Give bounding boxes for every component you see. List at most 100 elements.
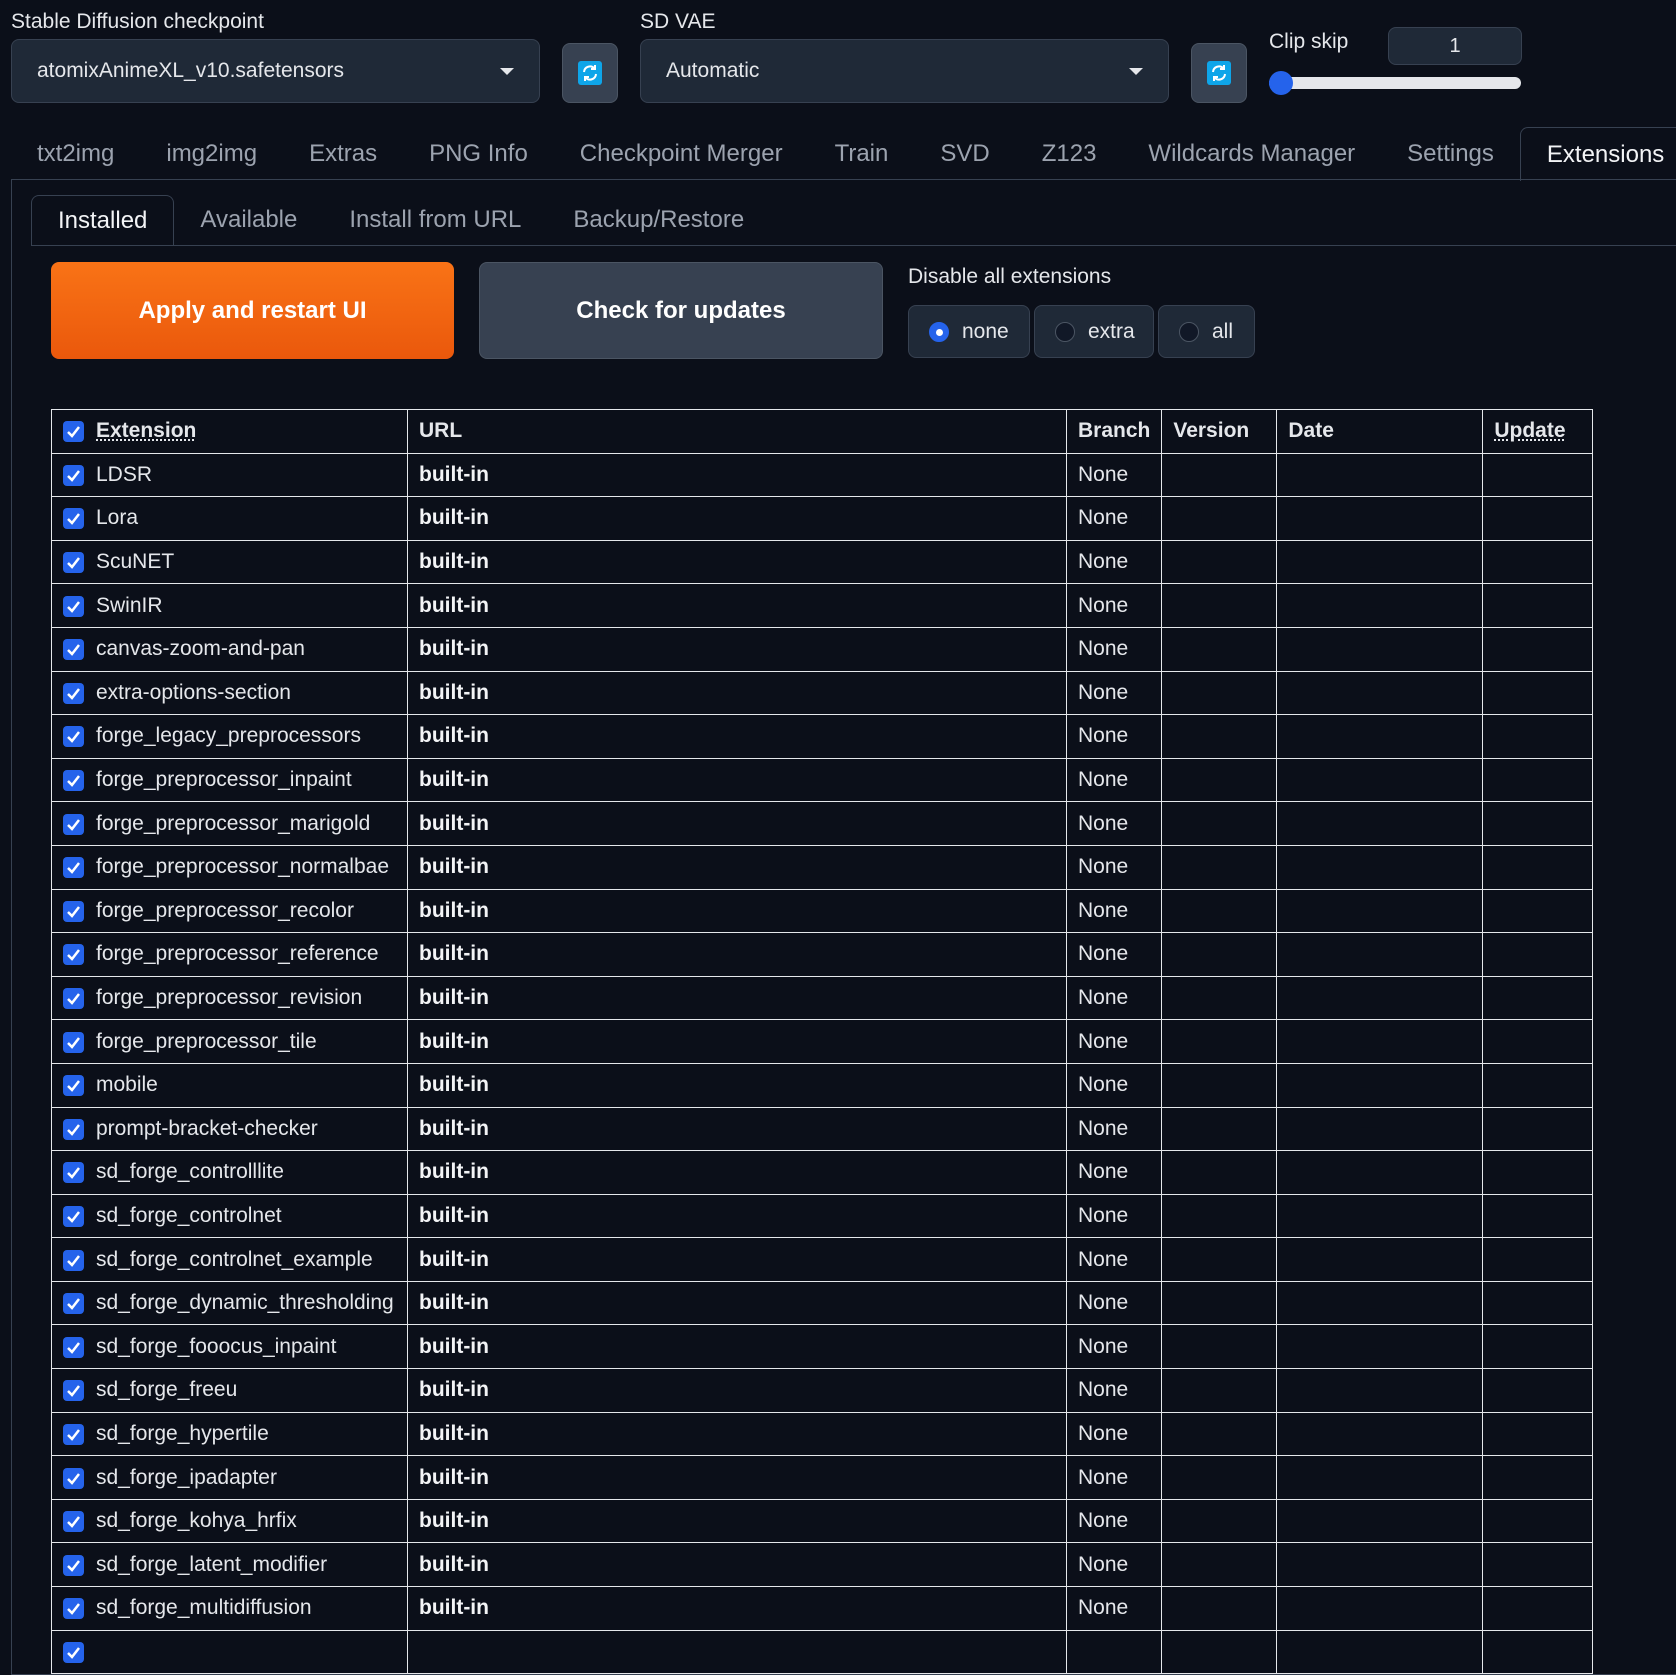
extension-enabled-checkbox[interactable] <box>63 770 84 791</box>
subtab-install-from-url[interactable]: Install from URL <box>323 195 547 245</box>
extension-update[interactable] <box>1482 539 1594 585</box>
extension-enabled-checkbox[interactable] <box>63 813 84 835</box>
extension-enabled-checkbox[interactable] <box>63 1293 84 1315</box>
tab-wildcards-manager[interactable]: Wildcards Manager <box>1122 127 1381 181</box>
extension-enabled-checkbox[interactable] <box>63 1423 84 1445</box>
tab-z123[interactable]: Z123 <box>1016 127 1123 181</box>
extension-update[interactable] <box>1482 1586 1594 1631</box>
extension-enabled-checkbox[interactable] <box>63 639 84 661</box>
checkbox-checked-icon <box>67 1036 80 1049</box>
extension-enabled-checkbox[interactable] <box>63 987 84 1009</box>
check-updates-button[interactable]: Check for updates <box>479 262 883 359</box>
extension-update[interactable] <box>1482 1280 1594 1326</box>
subtab-installed[interactable]: Installed <box>31 195 175 245</box>
extension-update[interactable] <box>1482 801 1594 846</box>
extension-update[interactable] <box>1482 452 1594 498</box>
extension-update[interactable] <box>1482 1498 1594 1544</box>
clip-skip-input[interactable]: 1 <box>1388 27 1522 65</box>
tab-img2img[interactable]: img2img <box>140 127 283 181</box>
extension-enabled-checkbox[interactable] <box>63 508 84 530</box>
extension-enabled-checkbox[interactable] <box>63 944 84 966</box>
header-update[interactable]: Update <box>1482 409 1594 454</box>
extension-update[interactable] <box>1482 583 1594 628</box>
subtab-available[interactable]: Available <box>174 195 323 245</box>
extension-update[interactable] <box>1482 844 1594 890</box>
extension-enabled-checkbox[interactable] <box>63 726 84 748</box>
extension-enabled-checkbox[interactable] <box>63 1380 84 1402</box>
extension-enabled-checkbox[interactable] <box>63 1075 84 1097</box>
extension-branch: None <box>1065 1019 1163 1064</box>
extension-enabled-checkbox[interactable] <box>63 1162 84 1184</box>
extension-enabled-checkbox[interactable] <box>63 1467 84 1489</box>
extension-update[interactable] <box>1482 1062 1594 1108</box>
subtab-backup-restore[interactable]: Backup/Restore <box>547 195 770 245</box>
checkbox-checked-icon <box>67 557 80 569</box>
extension-update[interactable] <box>1482 1629 1594 1675</box>
tab-png-info[interactable]: PNG Info <box>403 127 554 181</box>
extension-update[interactable] <box>1482 626 1594 672</box>
extension-url: built-in <box>407 539 1067 585</box>
extension-enabled-checkbox[interactable] <box>63 1511 84 1533</box>
extension-date <box>1276 539 1484 585</box>
extension-update[interactable] <box>1482 1019 1594 1064</box>
extension-update[interactable] <box>1482 1368 1594 1413</box>
extension-enabled-checkbox[interactable] <box>63 1118 84 1140</box>
tab-checkpoint-merger[interactable]: Checkpoint Merger <box>554 127 809 181</box>
extension-enabled-checkbox[interactable] <box>63 464 84 486</box>
radio-all[interactable]: all <box>1158 305 1255 358</box>
extension-update[interactable] <box>1482 1455 1594 1500</box>
extension-update[interactable] <box>1482 1542 1594 1588</box>
table-row: ScuNET built-in None <box>51 539 1594 585</box>
extension-enabled-checkbox[interactable] <box>63 595 84 617</box>
extension-enabled-checkbox[interactable] <box>63 1205 84 1227</box>
extension-update[interactable] <box>1482 1193 1594 1239</box>
clip-skip-slider[interactable] <box>1269 77 1521 89</box>
extension-enabled-checkbox[interactable] <box>63 1554 84 1576</box>
header-extension[interactable]: Extension <box>51 409 408 454</box>
extension-url: built-in <box>407 1106 1067 1152</box>
extension-update[interactable] <box>1482 1237 1594 1282</box>
extension-update[interactable] <box>1482 888 1594 934</box>
radio-none[interactable]: none <box>908 305 1030 358</box>
extension-enabled-checkbox[interactable] <box>63 1249 84 1271</box>
tab-settings[interactable]: Settings <box>1381 127 1520 181</box>
select-all-checkbox[interactable] <box>63 421 84 443</box>
extension-version <box>1161 452 1278 498</box>
tab-txt2img[interactable]: txt2img <box>11 127 140 181</box>
extension-update[interactable] <box>1482 975 1594 1021</box>
apply-restart-button[interactable]: Apply and restart UI <box>51 262 454 359</box>
clip-skip-slider-thumb[interactable] <box>1269 71 1293 95</box>
vae-refresh-button[interactable] <box>1191 43 1247 103</box>
extension-enabled-checkbox[interactable] <box>63 900 84 922</box>
extension-url: built-in <box>407 1280 1067 1326</box>
extension-enabled-checkbox[interactable] <box>63 1641 84 1663</box>
extension-enabled-checkbox[interactable] <box>63 857 84 879</box>
extension-cell: sd_forge_multidiffusion <box>51 1586 408 1631</box>
tab-train[interactable]: Train <box>809 127 915 181</box>
extension-update[interactable] <box>1482 757 1594 803</box>
extension-update[interactable] <box>1482 1106 1594 1152</box>
checkpoint-refresh-button[interactable] <box>562 43 618 103</box>
extension-update[interactable] <box>1482 932 1594 977</box>
extension-name: forge_preprocessor_normalbae <box>96 855 390 879</box>
extension-enabled-checkbox[interactable] <box>63 1031 84 1053</box>
extension-cell: forge_preprocessor_reference <box>51 932 408 977</box>
extension-cell: sd_forge_freeu <box>51 1368 408 1413</box>
tab-extensions[interactable]: Extensions <box>1519 127 1676 181</box>
tab-extras[interactable]: Extras <box>283 127 403 181</box>
extension-cell: ScuNET <box>51 539 408 585</box>
tab-svd[interactable]: SVD <box>914 127 1015 181</box>
extension-update[interactable] <box>1482 1150 1594 1195</box>
extension-update[interactable] <box>1482 496 1594 541</box>
extension-update[interactable] <box>1482 714 1594 759</box>
extension-enabled-checkbox[interactable] <box>63 1336 84 1358</box>
extension-enabled-checkbox[interactable] <box>63 682 84 704</box>
extension-enabled-checkbox[interactable] <box>63 1598 84 1620</box>
radio-extra[interactable]: extra <box>1034 305 1154 358</box>
vae-dropdown[interactable]: Automatic <box>640 39 1169 103</box>
extension-update[interactable] <box>1482 1411 1594 1457</box>
extension-enabled-checkbox[interactable] <box>63 552 84 574</box>
checkpoint-dropdown[interactable]: atomixAnimeXL_v10.safetensors <box>11 39 540 103</box>
extension-update[interactable] <box>1482 670 1594 716</box>
extension-update[interactable] <box>1482 1324 1594 1370</box>
